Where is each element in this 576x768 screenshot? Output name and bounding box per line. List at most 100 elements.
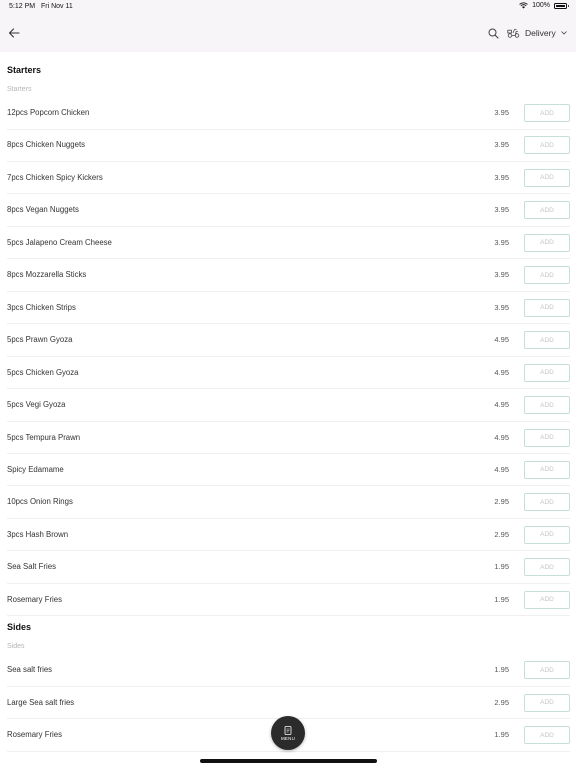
delivery-label: Delivery bbox=[525, 28, 556, 38]
menu-item-row[interactable]: 8pcs Vegan Nuggets 3.95 ADD bbox=[0, 194, 576, 227]
menu-item-name: Rosemary Fries bbox=[7, 730, 63, 740]
home-indicator bbox=[200, 759, 377, 763]
menu-item-row[interactable]: 5pcs Prawn Gyoza 4.95 ADD bbox=[0, 324, 576, 357]
arrow-left-icon bbox=[8, 28, 20, 38]
menu-item-price: 1.95 bbox=[494, 665, 509, 675]
menu-item-row[interactable]: 8pcs Mozzarella Sticks 3.95 ADD bbox=[0, 259, 576, 292]
menu-item-row[interactable]: 3pcs Hash Brown 2.95 ADD bbox=[0, 519, 576, 552]
menu-item-row[interactable]: 7pcs Chicken Spicy Kickers 3.95 ADD bbox=[0, 162, 576, 195]
add-button[interactable]: ADD bbox=[524, 726, 570, 745]
menu-item-name: 5pcs Jalapeno Cream Cheese bbox=[7, 237, 112, 247]
menu-item-name: Large Sea salt fries bbox=[7, 697, 75, 707]
add-button[interactable]: ADD bbox=[524, 460, 570, 479]
menu-item-row[interactable]: 5pcs Chicken Gyoza 4.95 ADD bbox=[0, 357, 576, 390]
status-right: 100% bbox=[519, 2, 569, 9]
section-subtitle: Starters bbox=[7, 86, 32, 93]
add-button[interactable]: ADD bbox=[524, 298, 570, 317]
nav-bar: Delivery bbox=[0, 14, 576, 52]
battery-percent: 100% bbox=[532, 2, 550, 9]
section-title: Starters bbox=[7, 65, 42, 75]
menu-item-name: 7pcs Chicken Spicy Kickers bbox=[7, 172, 103, 182]
menu-item-price: 3.95 bbox=[494, 205, 509, 215]
menu-item-name: 8pcs Chicken Nuggets bbox=[7, 140, 86, 150]
menu-item-price: 4.95 bbox=[494, 464, 509, 474]
menu-item-price: 3.95 bbox=[494, 172, 509, 182]
menu-item-name: 5pcs Vegi Gyoza bbox=[7, 400, 66, 410]
menu-item-name: 5pcs Prawn Gyoza bbox=[7, 335, 73, 345]
menu-item-name: 8pcs Vegan Nuggets bbox=[7, 205, 79, 215]
search-icon bbox=[488, 28, 499, 39]
section-title: Sides bbox=[7, 622, 32, 633]
menu-item-price: 4.95 bbox=[494, 335, 509, 345]
add-button[interactable]: ADD bbox=[524, 661, 570, 680]
chevron-down-icon bbox=[560, 31, 567, 35]
add-button[interactable]: ADD bbox=[524, 525, 570, 544]
menu-item-price: 3.95 bbox=[494, 302, 509, 312]
menu-item-price: 3.95 bbox=[494, 270, 509, 280]
menu-item-price: 3.95 bbox=[494, 140, 509, 150]
menu-item-price: 3.95 bbox=[494, 108, 509, 117]
add-button[interactable]: ADD bbox=[524, 136, 570, 155]
menu-item-price: 1.95 bbox=[494, 562, 509, 572]
menu-item-row[interactable]: 8pcs Chicken Nuggets 3.95 ADD bbox=[0, 129, 576, 162]
delivery-scooter-icon bbox=[507, 29, 520, 38]
status-time: 5:12 PM bbox=[9, 3, 36, 10]
menu-item-price: 3.95 bbox=[494, 237, 509, 247]
menu-document-icon bbox=[284, 725, 292, 735]
menu-item-row[interactable]: Sea Salt Fries 1.95 ADD bbox=[0, 551, 576, 584]
add-button[interactable]: ADD bbox=[524, 558, 570, 577]
menu-item-name: 5pcs Chicken Gyoza bbox=[7, 367, 79, 377]
menu-item-row[interactable]: 5pcs Vegi Gyoza 4.95 ADD bbox=[0, 389, 576, 422]
menu-button[interactable]: MENU bbox=[271, 716, 305, 750]
wifi-icon bbox=[519, 2, 528, 9]
menu-item-name: 5pcs Tempura Prawn bbox=[7, 432, 81, 442]
menu-item-price: 4.95 bbox=[494, 400, 509, 410]
menu-item-price: 2.95 bbox=[494, 697, 509, 707]
add-button[interactable]: ADD bbox=[524, 493, 570, 512]
menu-button-label: MENU bbox=[280, 735, 296, 741]
add-button[interactable]: ADD bbox=[524, 590, 570, 609]
menu-item-price: 2.95 bbox=[494, 529, 509, 539]
add-button[interactable]: ADD bbox=[524, 104, 570, 122]
menu-item-row[interactable]: 10pcs Onion Rings 2.95 ADD bbox=[0, 486, 576, 519]
section-subtitle: Sides bbox=[7, 643, 25, 651]
menu-item-name: 3pcs Hash Brown bbox=[7, 529, 69, 539]
menu-item-row[interactable]: 12pcs Popcorn Chicken 3.95 ADD bbox=[0, 97, 576, 130]
menu-item-name: Sea Salt Fries bbox=[7, 562, 56, 572]
add-button[interactable]: ADD bbox=[524, 266, 570, 285]
menu-item-price: 2.95 bbox=[494, 497, 509, 507]
menu-item-price: 4.95 bbox=[494, 432, 509, 442]
menu-item-name: 12pcs Popcorn Chicken bbox=[7, 108, 90, 117]
status-bar: 5:12 PM Fri Nov 11 100% bbox=[0, 0, 576, 14]
back-button[interactable] bbox=[6, 25, 22, 41]
add-button[interactable]: ADD bbox=[524, 363, 570, 382]
menu-item-price: 1.95 bbox=[494, 730, 509, 740]
menu-item-name: 10pcs Onion Rings bbox=[7, 497, 73, 507]
menu-item-row[interactable]: 5pcs Jalapeno Cream Cheese 3.95 ADD bbox=[0, 227, 576, 260]
menu-item-name: Sea salt fries bbox=[7, 665, 53, 675]
add-button[interactable]: ADD bbox=[524, 331, 570, 350]
row-divider bbox=[7, 750, 570, 752]
add-button[interactable]: ADD bbox=[524, 168, 570, 187]
add-button[interactable]: ADD bbox=[524, 233, 570, 252]
menu-item-name: 8pcs Mozzarella Sticks bbox=[7, 270, 87, 280]
menu-item-price: 1.95 bbox=[494, 594, 509, 604]
add-button[interactable]: ADD bbox=[524, 396, 570, 415]
add-button[interactable]: ADD bbox=[524, 201, 570, 220]
row-divider bbox=[7, 615, 570, 617]
search-button[interactable] bbox=[488, 26, 502, 40]
menu-item-name: 3pcs Chicken Strips bbox=[7, 302, 76, 312]
menu-item-row[interactable]: Sea salt fries 1.95 ADD bbox=[0, 654, 576, 687]
delivery-selector[interactable]: Delivery bbox=[507, 25, 567, 41]
menu-item-row[interactable]: Large Sea salt fries 2.95 ADD bbox=[0, 687, 576, 720]
menu-item-name: Spicy Edamame bbox=[7, 464, 64, 474]
menu-item-row[interactable]: 5pcs Tempura Prawn 4.95 ADD bbox=[0, 422, 576, 454]
battery-icon bbox=[554, 2, 569, 9]
add-button[interactable]: ADD bbox=[524, 693, 570, 712]
add-button[interactable]: ADD bbox=[524, 428, 570, 447]
menu-item-row[interactable]: Rosemary Fries 1.95 ADD bbox=[0, 584, 576, 617]
menu-item-row[interactable]: 3pcs Chicken Strips 3.95 ADD bbox=[0, 292, 576, 325]
menu-item-row[interactable]: Spicy Edamame 4.95 ADD bbox=[0, 454, 576, 487]
menu-item-price: 4.95 bbox=[494, 367, 509, 377]
menu-item-name: Rosemary Fries bbox=[7, 594, 63, 604]
